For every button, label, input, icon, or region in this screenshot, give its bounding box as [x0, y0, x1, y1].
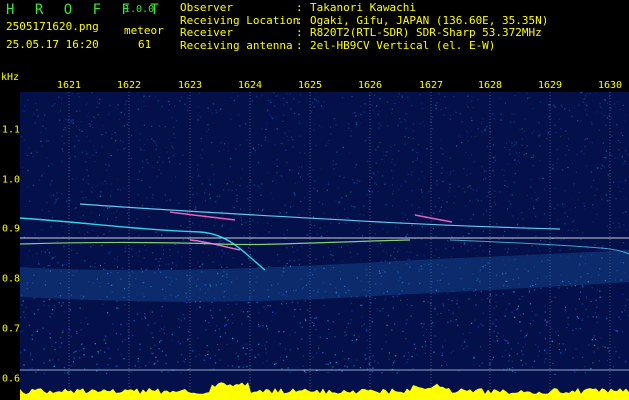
spectrogram-canvas	[20, 92, 629, 400]
noise-floor-band	[20, 382, 629, 400]
info-row-antenna: Receiving antenna : 2el-HB9CV Vertical (…	[180, 38, 548, 53]
x-tick-label: 1626	[357, 80, 383, 91]
meteor-echo-trail	[79, 203, 561, 230]
time-gridlines	[68, 92, 611, 400]
info-sep: :	[296, 38, 303, 52]
info-sep: :	[296, 26, 303, 39]
x-tick-label: 1624	[237, 80, 263, 91]
meteor-echo-highlight	[414, 214, 453, 223]
capture-datetime: 25.05.17 16:20	[6, 38, 99, 51]
y-tick-label: 0.7	[2, 323, 21, 335]
info-value: 2el-HB9CV Vertical (el. E-W)	[310, 38, 496, 52]
y-tick-label: 1.1	[2, 124, 21, 136]
noise-floor-fill	[20, 382, 629, 400]
x-tick-label: 1630	[597, 80, 623, 91]
y-axis-unit: kHz	[1, 72, 20, 83]
info-row-receiver: Receiver : R820T2(RTL-SDR) SDR-Sharp 53.…	[180, 26, 548, 40]
capture-filename: 2505171620.png	[6, 20, 99, 33]
header-panel: H R O F F T 1.0.0 2505171620.png 25.05.1…	[0, 0, 629, 72]
x-tick-label: 1627	[418, 80, 444, 91]
x-tick-label: 1623	[177, 80, 203, 91]
info-row-observer: Observer : Takanori Kawachi	[180, 1, 548, 15]
y-tick-label: 0.8	[2, 273, 21, 285]
y-tick-label: 1.0	[2, 174, 21, 186]
background-band	[20, 250, 629, 302]
x-tick-label: 1622	[116, 80, 142, 91]
meteor-count: 61	[138, 38, 152, 51]
x-tick-label: 1625	[297, 80, 323, 91]
y-tick-label: 0.9	[2, 223, 21, 235]
spectrogram-display[interactable]	[20, 92, 629, 400]
app-version: 1.0.0	[124, 4, 155, 15]
y-tick-label: 0.6	[2, 373, 21, 385]
noise-texture	[20, 92, 629, 375]
x-tick-label: 1621	[56, 80, 82, 91]
meteor-echo-highlight	[189, 239, 241, 251]
info-sep: :	[296, 1, 303, 14]
x-tick-label: 1629	[537, 80, 563, 91]
station-info: Observer : Takanori Kawachi Receiving Lo…	[180, 1, 548, 53]
info-key: Receiving antenna	[180, 38, 293, 52]
meteor-label: meteor	[124, 24, 164, 37]
info-value: Takanori Kawachi	[310, 1, 416, 14]
x-tick-label: 1628	[477, 80, 503, 91]
info-value: R820T2(RTL-SDR) SDR-Sharp 53.372MHz	[310, 26, 542, 39]
info-key: Observer	[180, 1, 233, 14]
info-key: Receiver	[180, 26, 233, 39]
